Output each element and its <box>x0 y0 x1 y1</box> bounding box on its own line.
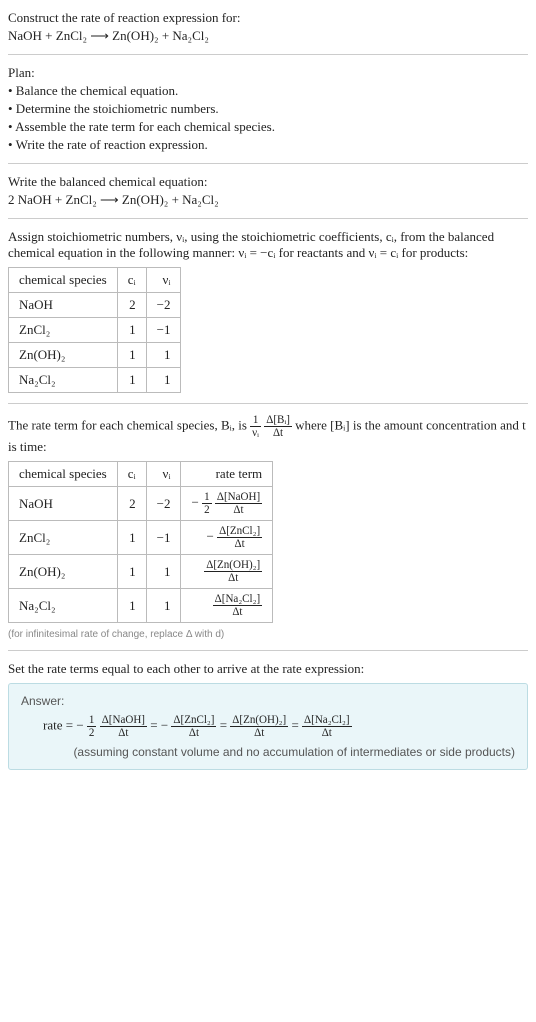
col-header: chemical species <box>9 268 118 293</box>
infinitesimal-note: (for infinitesimal rate of change, repla… <box>8 629 528 640</box>
frac-dZnOH2-dt: Δ[Zn(OH)₂]Δt <box>230 714 288 739</box>
cell-rate: Δ[Zn(OH)₂] Δt <box>181 555 273 589</box>
balanced-heading: Write the balanced chemical equation: <box>8 174 528 190</box>
frac-dNaOH-dt: Δ[NaOH]Δt <box>100 714 147 739</box>
rateterm-text: The rate term for each chemical species,… <box>8 414 528 455</box>
cell-rate: − Δ[ZnCl₂] Δt <box>181 521 273 555</box>
col-header: chemical species <box>9 462 118 487</box>
cell-nu: −1 <box>146 318 181 343</box>
cell-species: Zn(OH)₂ <box>9 555 118 589</box>
frac-half: 1 2 <box>202 491 212 516</box>
divider <box>8 403 528 404</box>
frac-dC-dt: Δ[ZnCl₂] Δt <box>217 525 262 550</box>
cell-nu: −2 <box>146 487 181 521</box>
answer-assumption: (assuming constant volume and no accumul… <box>21 745 515 759</box>
cell-c: 1 <box>117 368 146 393</box>
col-header: νᵢ <box>146 462 181 487</box>
divider <box>8 218 528 219</box>
frac-dNa2Cl2-dt: Δ[Na₂Cl₂]Δt <box>302 714 351 739</box>
frac-half: 12 <box>87 714 97 739</box>
table-row: Na₂Cl₂ 1 1 Δ[Na₂Cl₂] Δt <box>9 589 273 623</box>
plan-item: • Assemble the rate term for each chemic… <box>8 119 528 135</box>
frac-den: νᵢ <box>250 427 261 439</box>
frac-dC-dt: Δ[Zn(OH)₂] Δt <box>204 559 262 584</box>
plan-item: • Write the rate of reaction expression. <box>8 137 528 153</box>
cell-nu: 1 <box>146 555 181 589</box>
plan-item: • Determine the stoichiometric numbers. <box>8 101 528 117</box>
frac-den: Δt <box>215 504 262 516</box>
cell-c: 1 <box>117 318 146 343</box>
cell-c: 1 <box>117 343 146 368</box>
frac-dC-dt: Δ[Na₂Cl₂] Δt <box>213 593 262 618</box>
cell-nu: 1 <box>146 343 181 368</box>
frac-num: 1 <box>250 414 261 427</box>
rateterm-text-pre: The rate term for each chemical species,… <box>8 417 250 432</box>
rate-pre: − <box>191 494 202 509</box>
plan-item: • Balance the chemical equation. <box>8 83 528 99</box>
cell-nu: 1 <box>146 368 181 393</box>
cell-species: ZnCl₂ <box>9 521 118 555</box>
frac-dZnCl2-dt: Δ[ZnCl₂]Δt <box>171 714 216 739</box>
frac-dC-dt: Δ[NaOH] Δt <box>215 491 262 516</box>
plan-heading: Plan: <box>8 65 528 81</box>
frac-one-over-nu: 1 νᵢ <box>250 414 261 439</box>
col-header: rate term <box>181 462 273 487</box>
cell-c: 2 <box>117 487 146 521</box>
frac-dBi-dt: Δ[Bᵢ] Δt <box>264 414 292 439</box>
cell-species: Zn(OH)₂ <box>9 343 118 368</box>
table-row: ZnCl₂ 1 −1 − Δ[ZnCl₂] Δt <box>9 521 273 555</box>
cell-species: NaOH <box>9 293 118 318</box>
stoich-table: chemical species cᵢ νᵢ NaOH 2 −2 ZnCl₂ 1… <box>8 267 181 393</box>
divider <box>8 163 528 164</box>
frac-num: 1 <box>202 491 212 504</box>
assign-text: Assign stoichiometric numbers, νᵢ, using… <box>8 229 528 261</box>
table-row: NaOH 2 −2 − 1 2 Δ[NaOH] Δt <box>9 487 273 521</box>
col-header: cᵢ <box>117 462 146 487</box>
divider <box>8 54 528 55</box>
divider <box>8 650 528 651</box>
table-header-row: chemical species cᵢ νᵢ <box>9 268 181 293</box>
col-header: cᵢ <box>117 268 146 293</box>
table-row: Na₂Cl₂ 1 1 <box>9 368 181 393</box>
cell-c: 2 <box>117 293 146 318</box>
frac-num: Δ[Na₂Cl₂] <box>213 593 262 606</box>
cell-rate: Δ[Na₂Cl₂] Δt <box>181 589 273 623</box>
rateterm-table: chemical species cᵢ νᵢ rate term NaOH 2 … <box>8 461 273 623</box>
frac-den: Δt <box>217 538 262 550</box>
intro-title: Construct the rate of reaction expressio… <box>8 10 528 26</box>
answer-expression: rate = − 12 Δ[NaOH]Δt = − Δ[ZnCl₂]Δt = Δ… <box>43 714 515 739</box>
table-row: Zn(OH)₂ 1 1 Δ[Zn(OH)₂] Δt <box>9 555 273 589</box>
answer-label: Answer: <box>21 694 515 708</box>
cell-rate: − 1 2 Δ[NaOH] Δt <box>181 487 273 521</box>
balanced-equation: 2 NaOH + ZnCl₂ ⟶ Zn(OH)₂ + Na₂Cl₂ <box>8 192 528 208</box>
cell-nu: 1 <box>146 589 181 623</box>
rate-pre: − <box>207 528 218 543</box>
cell-nu: −1 <box>146 521 181 555</box>
frac-den: Δt <box>204 572 262 584</box>
final-heading: Set the rate terms equal to each other t… <box>8 661 528 677</box>
frac-den: Δt <box>264 427 292 439</box>
cell-c: 1 <box>117 555 146 589</box>
cell-species: ZnCl₂ <box>9 318 118 343</box>
frac-den: Δt <box>213 606 262 618</box>
col-header: νᵢ <box>146 268 181 293</box>
cell-c: 1 <box>117 521 146 555</box>
cell-c: 1 <box>117 589 146 623</box>
frac-den: 2 <box>202 504 212 516</box>
intro-equation: NaOH + ZnCl₂ ⟶ Zn(OH)₂ + Na₂Cl₂ <box>8 28 528 44</box>
cell-nu: −2 <box>146 293 181 318</box>
cell-species: Na₂Cl₂ <box>9 368 118 393</box>
frac-num: Δ[Zn(OH)₂] <box>204 559 262 572</box>
table-row: NaOH 2 −2 <box>9 293 181 318</box>
frac-num: Δ[NaOH] <box>215 491 262 504</box>
table-row: Zn(OH)₂ 1 1 <box>9 343 181 368</box>
frac-num: Δ[Bᵢ] <box>264 414 292 427</box>
answer-box: Answer: rate = − 12 Δ[NaOH]Δt = − Δ[ZnCl… <box>8 683 528 770</box>
cell-species: Na₂Cl₂ <box>9 589 118 623</box>
table-header-row: chemical species cᵢ νᵢ rate term <box>9 462 273 487</box>
frac-num: Δ[ZnCl₂] <box>217 525 262 538</box>
table-row: ZnCl₂ 1 −1 <box>9 318 181 343</box>
cell-species: NaOH <box>9 487 118 521</box>
